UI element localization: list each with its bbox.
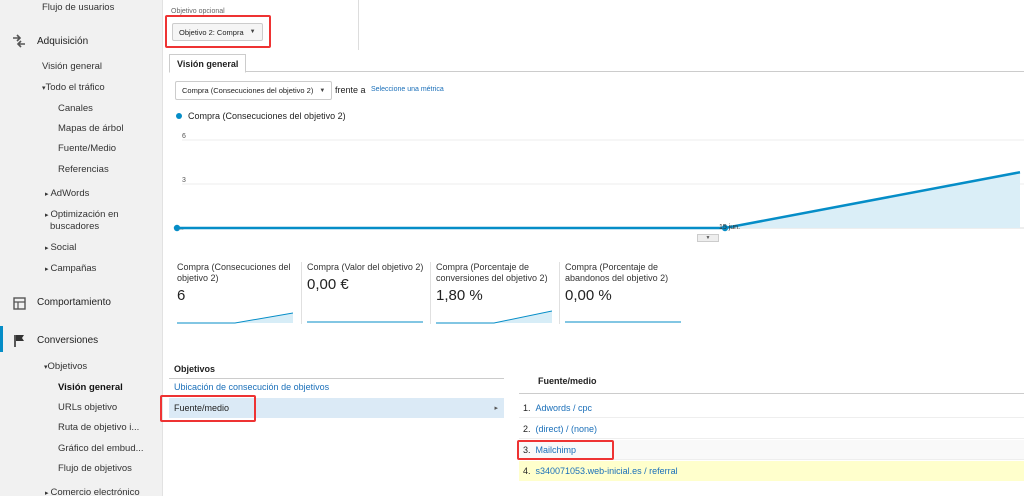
sidebar-item-todo-trafico[interactable]: ▾Todo el tráfico — [42, 82, 105, 93]
x-left-label: ... — [178, 225, 184, 232]
sidebar: Flujo de usuarios Adquisición Visión gen… — [0, 0, 163, 498]
sidebar-item-canales[interactable]: Canales — [58, 103, 93, 114]
sparkline — [177, 312, 293, 324]
sidebar-item-flujo-objetivos[interactable]: Flujo de objetivos — [58, 463, 132, 474]
table-divider — [519, 393, 1024, 394]
table-row[interactable]: 3. Mailchimp — [519, 440, 1024, 460]
x-tick-label: 15 jun. — [719, 224, 740, 231]
scorecard-divider — [430, 262, 431, 324]
select-metric-link[interactable]: Seleccione una métrica — [371, 86, 444, 93]
series-area — [177, 172, 1020, 228]
sidebar-item-fuente-medio[interactable]: Fuente/Medio — [58, 143, 116, 154]
sidebar-item-referencias[interactable]: Referencias — [58, 164, 109, 175]
goal-location-link[interactable]: Ubicación de consecución de objetivos — [174, 382, 329, 392]
sidebar-item-grafico-embudo[interactable]: Gráfico del embud... — [58, 443, 144, 454]
sidebar-item-comportamiento[interactable]: Comportamiento — [37, 297, 111, 308]
goals-dimension-fuente-medio[interactable]: Fuente/medio ▸ — [169, 398, 504, 418]
legend-dot — [176, 113, 182, 119]
main-content: Objetivo opcional Objetivo 2: Compra ▼ Vi… — [164, 0, 1024, 496]
sidebar-item-seo[interactable]: ▸ Optimización en buscadores — [45, 209, 119, 232]
scorecard[interactable]: Compra (Valor del objetivo 2) 0,00 € — [307, 262, 427, 330]
y-tick-label: 3 — [182, 177, 186, 184]
tab-bar: Visión general — [169, 54, 1024, 73]
chevron-right-icon: ▸ — [494, 405, 498, 412]
metric-selector-dropdown[interactable]: Compra (Consecuciones del objetivo 2) ▼ — [175, 81, 333, 100]
table-row[interactable]: 1. Adwords / cpc — [519, 398, 1024, 418]
source-table-heading: Fuente/medio — [538, 376, 597, 386]
goals-heading: Objetivos — [169, 360, 504, 379]
versus-label: frente a — [335, 85, 366, 95]
acquisition-icon — [12, 34, 26, 48]
goal-selector-dropdown[interactable]: Objetivo 2: Compra ▼ — [172, 23, 263, 41]
scorecard[interactable]: Compra (Consecuciones del objetivo 2) 6 — [177, 262, 297, 330]
sidebar-item-adwords[interactable]: ▸ AdWords — [45, 188, 89, 199]
scorecard[interactable]: Compra (Porcentaje de conversiones del o… — [436, 262, 556, 330]
scorecard-divider — [559, 262, 560, 324]
flag-icon — [12, 333, 26, 347]
scorecard-divider — [301, 262, 302, 324]
table-row[interactable]: 4. s340071053.web-inicial.es / referral — [519, 461, 1024, 481]
caret-down-icon: ▼ — [319, 87, 326, 94]
chart-toggle-handle[interactable]: ▼ — [697, 234, 719, 242]
sparkline — [565, 321, 681, 323]
line-chart: 6 3 ... 15 jun. — [173, 133, 1024, 232]
sidebar-item-mapas-arbol[interactable]: Mapas de árbol — [58, 123, 123, 134]
sidebar-item-flujo-usuarios[interactable]: Flujo de usuarios — [42, 2, 114, 13]
scorecard[interactable]: Compra (Porcentaje de abandonos del obje… — [565, 262, 685, 330]
behavior-icon — [12, 296, 26, 310]
tab-vision-general[interactable]: Visión general — [169, 54, 247, 73]
goal-selector-label: Objetivo opcional — [171, 8, 225, 15]
sidebar-item-urls-objetivo[interactable]: URLs objetivo — [58, 402, 117, 413]
sparkline — [307, 321, 423, 323]
sidebar-item-goals-overview[interactable]: Visión general — [58, 382, 123, 393]
sidebar-item-objetivos[interactable]: ▾Objetivos — [44, 361, 87, 372]
sparkline — [436, 310, 552, 324]
goal-selector-area: Objetivo opcional Objetivo 2: Compra ▼ — [164, 0, 359, 50]
chart-legend: Compra (Consecuciones del objetivo 2) — [176, 111, 346, 121]
sidebar-item-social[interactable]: ▸ Social — [45, 242, 76, 253]
caret-down-icon: ▼ — [249, 29, 256, 35]
table-row[interactable]: 2. (direct) / (none) — [519, 419, 1024, 439]
y-tick-label: 6 — [182, 133, 186, 140]
sidebar-item-acq-overview[interactable]: Visión general — [42, 61, 102, 72]
sidebar-item-conversiones[interactable]: Conversiones — [37, 335, 98, 346]
active-section-indicator — [0, 326, 3, 352]
sidebar-item-comercio[interactable]: ▸ Comercio electrónico — [45, 487, 140, 498]
sidebar-item-campanas[interactable]: ▸ Campañas — [45, 263, 96, 274]
sidebar-item-ruta-objetivo[interactable]: Ruta de objetivo i... — [58, 422, 139, 433]
sidebar-item-adquisicion[interactable]: Adquisición — [37, 36, 88, 47]
